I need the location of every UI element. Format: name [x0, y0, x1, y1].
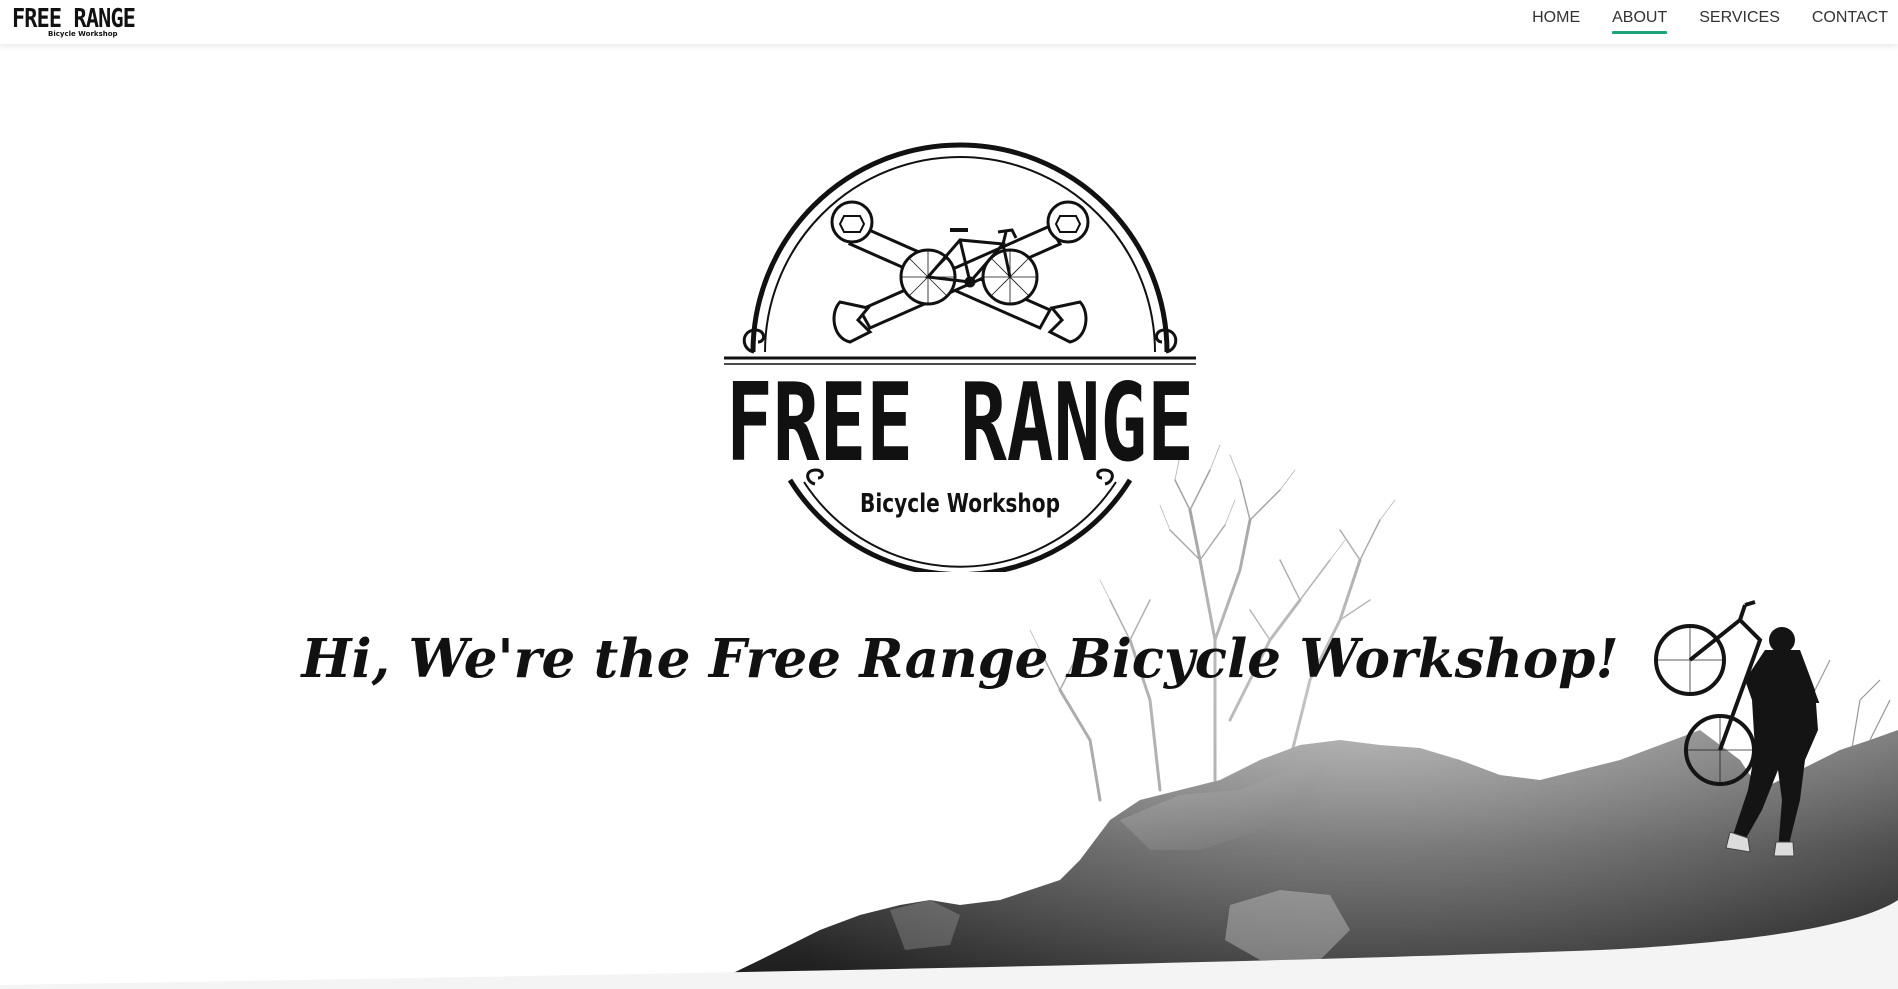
- hero-headline: Hi, We're the Free Range Bicycle Worksho…: [301, 628, 1619, 690]
- brand-subtitle: Bicycle Workshop: [48, 30, 118, 38]
- nav-link-contact[interactable]: CONTACT: [1812, 9, 1888, 29]
- nav-link-services[interactable]: SERVICES: [1699, 9, 1780, 29]
- wrench-icon: [830, 200, 1090, 344]
- page: FREE RANGE Bicycle Workshop HOME ABOUT S…: [0, 0, 1898, 989]
- nav-links: HOME ABOUT SERVICES CONTACT: [1532, 0, 1888, 38]
- logo-subtitle-text: Bicycle Workshop: [860, 489, 1060, 519]
- brand-logo-link[interactable]: FREE RANGE Bicycle Workshop: [12, 4, 140, 40]
- nav-link-home[interactable]: HOME: [1532, 9, 1580, 29]
- logo-title-text: FREE RANGE: [726, 361, 1194, 486]
- nav-link-about[interactable]: ABOUT: [1612, 9, 1668, 34]
- logo-outer-ring: [750, 142, 1170, 353]
- navbar: FREE RANGE Bicycle Workshop HOME ABOUT S…: [0, 0, 1898, 44]
- hero-logo: FREE RANGE Bicycle Workshop: [724, 142, 1196, 572]
